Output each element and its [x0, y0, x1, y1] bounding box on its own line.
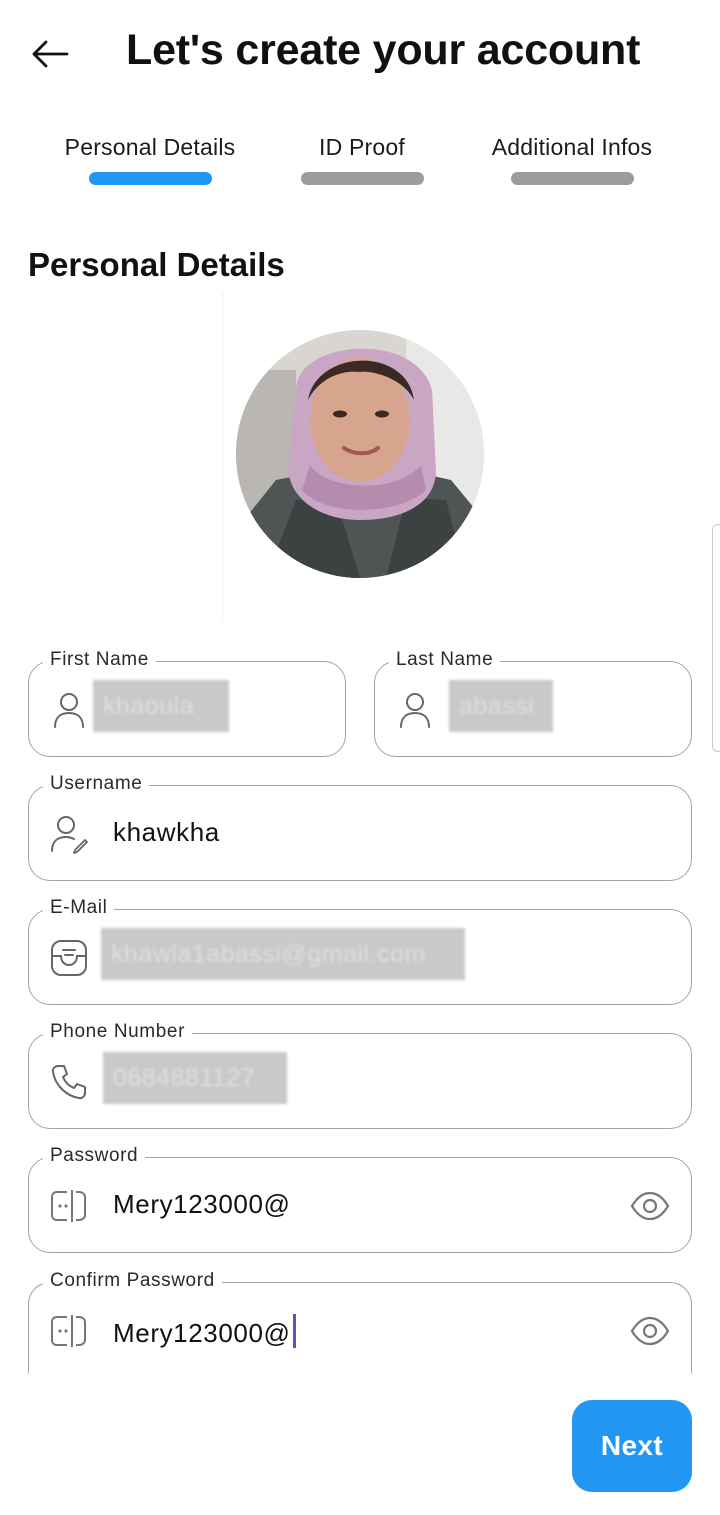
phone-input[interactable]: 0684881127	[103, 1052, 287, 1104]
password-icon	[49, 1186, 89, 1226]
confirm-password-label: Confirm Password	[43, 1269, 222, 1293]
phone-icon	[49, 1062, 89, 1102]
password-icon	[49, 1311, 89, 1351]
password-visibility-toggle[interactable]	[629, 1185, 671, 1227]
first-name-label: First Name	[43, 648, 156, 672]
next-button[interactable]: Next	[572, 1400, 692, 1492]
username-field[interactable]: Username khawkha	[28, 772, 692, 881]
tab-additional-infos[interactable]: Additional Infos	[472, 134, 672, 185]
person-icon	[395, 690, 435, 730]
page-title: Let's create your account	[126, 26, 641, 74]
mail-icon	[49, 938, 89, 978]
username-input[interactable]: khawkha	[113, 817, 220, 848]
tab-id-proof[interactable]: ID Proof	[262, 134, 462, 185]
step-indicator	[301, 172, 424, 185]
confirm-password-input[interactable]: Mery123000@	[113, 1314, 296, 1349]
first-name-field[interactable]: First Name khaoula	[28, 648, 346, 757]
step-indicator-active	[89, 172, 212, 185]
password-label: Password	[43, 1144, 146, 1168]
profile-photo	[236, 330, 484, 578]
password-field[interactable]: Password Mery123000@	[28, 1144, 692, 1253]
section-title: Personal Details	[28, 246, 285, 283]
step-label: Additional Infos	[491, 134, 653, 160]
person-icon	[49, 690, 89, 730]
tab-personal-details[interactable]: Personal Details	[50, 134, 250, 185]
scrollbar[interactable]	[712, 524, 720, 752]
last-name-input[interactable]: abassi	[449, 680, 553, 732]
divider	[222, 292, 223, 622]
avatar[interactable]	[236, 330, 484, 578]
eye-icon	[630, 1316, 670, 1346]
first-name-input[interactable]: khaoula	[93, 680, 229, 732]
phone-label: Phone Number	[43, 1020, 192, 1044]
step-indicator	[511, 172, 634, 185]
username-label: Username	[43, 772, 150, 796]
confirm-password-value: Mery123000@	[113, 1318, 291, 1348]
email-field[interactable]: E-Mail khawla1abassi@gmail.com	[28, 896, 692, 1005]
last-name-field[interactable]: Last Name abassi	[374, 648, 692, 757]
phone-field[interactable]: Phone Number 0684881127	[28, 1020, 692, 1129]
email-label: E-Mail	[43, 896, 115, 920]
back-button[interactable]	[28, 34, 72, 74]
arrow-left-icon	[32, 40, 69, 68]
last-name-label: Last Name	[389, 648, 501, 672]
eye-icon	[630, 1191, 670, 1221]
password-input[interactable]: Mery123000@	[113, 1189, 291, 1220]
person-edit-icon	[49, 814, 89, 854]
confirm-password-visibility-toggle[interactable]	[629, 1310, 671, 1352]
step-label: ID Proof	[319, 134, 405, 160]
email-input[interactable]: khawla1abassi@gmail.com	[101, 928, 465, 980]
text-cursor	[292, 1314, 296, 1348]
confirm-password-field[interactable]: Confirm Password Mery123000@	[28, 1269, 692, 1374]
step-label: Personal Details	[64, 134, 236, 160]
